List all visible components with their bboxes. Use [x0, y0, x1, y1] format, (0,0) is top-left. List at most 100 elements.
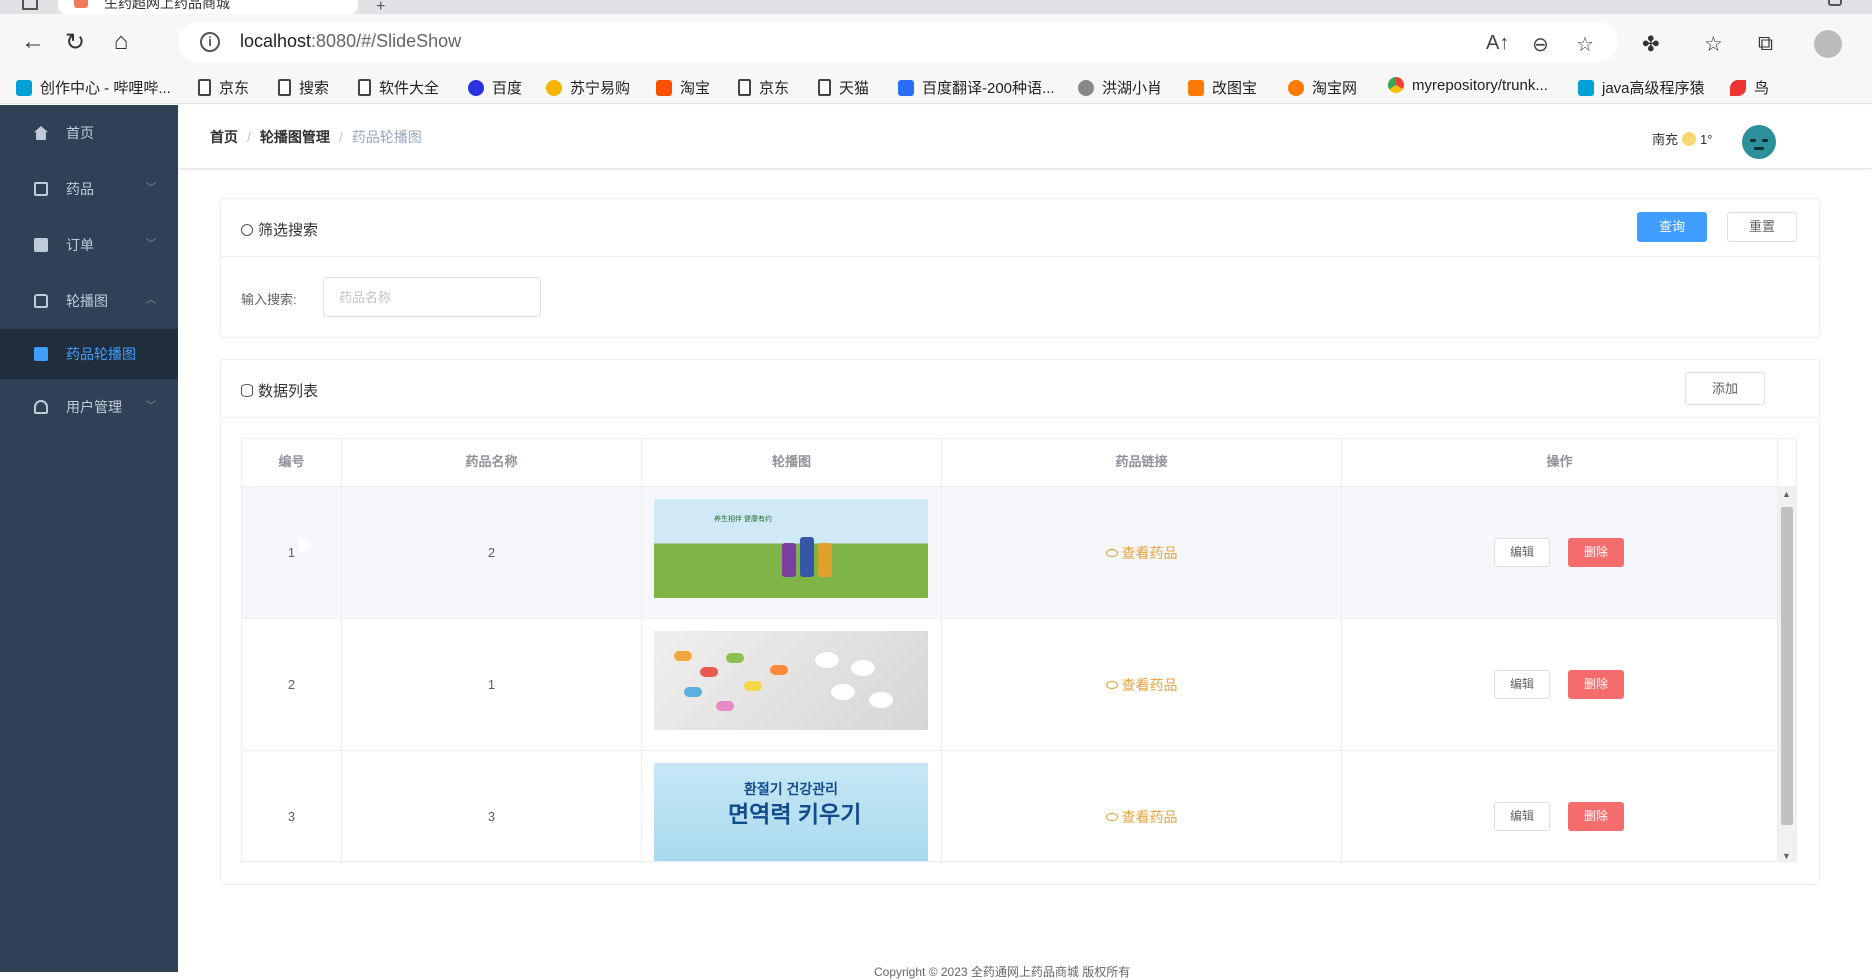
collections-icon[interactable]: ⧉: [1758, 32, 1773, 56]
bookmark-item[interactable]: java高级程序猿: [1578, 77, 1705, 98]
home-icon[interactable]: ⌂: [106, 28, 136, 56]
edit-button[interactable]: 编辑: [1494, 802, 1550, 831]
cell-link: 查看药品: [942, 487, 1342, 619]
clipboard-icon: [34, 238, 48, 252]
favorites-icon[interactable]: ☆: [1704, 32, 1723, 57]
bookmark-label: 天猫: [839, 80, 870, 97]
bell-icon: [34, 400, 48, 414]
profile-avatar[interactable]: [1814, 30, 1842, 58]
bottle-shape: [800, 537, 814, 577]
eye-icon: [1105, 813, 1118, 821]
bookmark-item[interactable]: 百度翻译-200种语...: [898, 77, 1055, 98]
cell-id: 2: [242, 619, 342, 751]
reset-button[interactable]: 重置: [1727, 212, 1797, 242]
sidebar-item-home[interactable]: 首页: [0, 105, 178, 161]
edit-button[interactable]: 编辑: [1494, 538, 1550, 567]
sidebar-item-carousel[interactable]: 轮播图 ︿: [0, 273, 178, 329]
filter-card: 筛选搜索 查询 重置 输入搜索:: [220, 198, 1820, 338]
data-list-card: 数据列表 添加 编号 药品名称 轮播图 药品链接 操作 1 2 养生相伴 健康有…: [220, 359, 1820, 885]
bookmark-item[interactable]: 天猫: [818, 77, 869, 98]
view-drug-link[interactable]: 查看药品: [1105, 809, 1178, 825]
chevron-down-icon: ﹀: [146, 401, 156, 412]
home-icon: [34, 126, 48, 140]
sidebar-item-drugs[interactable]: 药品 ﹀: [0, 161, 178, 217]
favorite-add-icon[interactable]: ☆: [1576, 32, 1594, 57]
pill-shape: [700, 667, 718, 677]
scroll-down-icon[interactable]: ▼: [1782, 851, 1791, 861]
bookmark-item[interactable]: 京东: [738, 77, 789, 98]
column-header-name: 药品名称: [342, 439, 642, 487]
pill-shape: [674, 651, 692, 661]
sidebar-item-orders[interactable]: 订单 ﹀: [0, 217, 178, 273]
drug-name-search-input[interactable]: [323, 277, 541, 317]
bookmark-label: 改图宝: [1212, 80, 1258, 97]
breadcrumb: 首页 / 轮播图管理 / 药品轮播图: [210, 127, 422, 147]
delete-button[interactable]: 删除: [1568, 538, 1624, 567]
bookmark-item[interactable]: 软件大全: [358, 77, 439, 98]
bookmark-label: java高级程序猿: [1602, 80, 1705, 97]
view-drug-link[interactable]: 查看药品: [1105, 677, 1178, 693]
browser-tab[interactable]: 生药超网上药品商城 ×: [58, 0, 358, 14]
pill-shape: [744, 681, 762, 691]
carousel-image: 养生相伴 健康有约: [654, 499, 928, 598]
bookmark-item[interactable]: 创作中心 - 哔哩哔...: [16, 77, 171, 98]
suning-icon: [546, 80, 562, 96]
view-drug-link[interactable]: 查看药品: [1105, 545, 1178, 561]
chevron-down-icon: ﹀: [146, 239, 156, 250]
bookmark-item[interactable]: 搜索: [278, 77, 329, 98]
sidebar-item-users[interactable]: 用户管理 ﹀: [0, 379, 178, 435]
scroll-up-icon[interactable]: ▲: [1782, 489, 1791, 499]
scrollbar-thumb[interactable]: [1781, 507, 1793, 825]
bookmark-item[interactable]: 淘宝: [656, 77, 710, 98]
extensions-icon[interactable]: ✤: [1642, 32, 1660, 57]
delete-button[interactable]: 删除: [1568, 670, 1624, 699]
window-minimize-icon[interactable]: [1828, 0, 1842, 6]
read-aloud-icon[interactable]: A↑: [1486, 32, 1509, 55]
bookmark-item[interactable]: 百度: [468, 77, 522, 98]
bookmark-label: 京东: [219, 80, 250, 97]
breadcrumb-separator: /: [338, 129, 343, 145]
picture-icon: [34, 347, 48, 361]
bookmark-item[interactable]: 苏宁易购: [546, 77, 630, 98]
bookmark-item[interactable]: 洪湖小肖: [1078, 77, 1162, 98]
bookmark-label: 鸟: [1754, 80, 1770, 97]
cell-name: 1: [342, 619, 642, 751]
sun-icon: [1682, 132, 1697, 146]
bookmark-item[interactable]: 淘宝网: [1288, 77, 1357, 98]
bookmark-item[interactable]: 鸟: [1730, 77, 1769, 98]
cell-name: 3: [342, 751, 642, 861]
sidebar-toggle-icon[interactable]: [22, 0, 38, 10]
site-info-icon[interactable]: i: [200, 32, 220, 52]
url-host: localhost: [240, 31, 312, 51]
edit-button[interactable]: 编辑: [1494, 670, 1550, 699]
bookmark-item[interactable]: myrepository/trunk...: [1388, 77, 1548, 94]
add-button[interactable]: 添加: [1685, 372, 1765, 405]
bookmark-item[interactable]: 京东: [198, 77, 249, 98]
bird-icon: [1730, 80, 1746, 96]
table-row: 3 3 환절기 건강관리 면역력 키우기 查看药品 编辑 删除: [242, 751, 1778, 861]
delete-button[interactable]: 删除: [1568, 802, 1624, 831]
bookmark-label: 洪湖小肖: [1102, 80, 1163, 97]
breadcrumb-carousel-manage[interactable]: 轮播图管理: [260, 129, 330, 145]
gaitubao-icon: [1188, 80, 1204, 96]
cell-image: 환절기 건강관리 면역력 키우기: [642, 751, 942, 861]
breadcrumb-home[interactable]: 首页: [210, 129, 238, 145]
reload-icon[interactable]: ↻: [60, 28, 90, 57]
address-bar[interactable]: i localhost:8080/#/SlideShow A↑ ⊖ ☆: [178, 22, 1618, 62]
user-avatar[interactable]: [1742, 125, 1776, 159]
filter-form: 输入搜索:: [221, 257, 1819, 339]
zoom-out-icon[interactable]: ⊖: [1532, 32, 1549, 57]
view-drug-label: 查看药品: [1121, 545, 1178, 561]
back-icon[interactable]: ←: [18, 28, 48, 56]
bookmark-item[interactable]: 改图宝: [1188, 77, 1257, 98]
weather-city: 南充: [1652, 132, 1679, 147]
list-title-text: 数据列表: [258, 383, 319, 400]
sidebar-item-drug-carousel[interactable]: 药品轮播图: [0, 329, 178, 379]
bookmark-label: 淘宝: [680, 80, 711, 97]
avatar-mouth: [1754, 147, 1764, 150]
query-button[interactable]: 查询: [1637, 212, 1707, 242]
table-scrollbar[interactable]: ▲ ▼: [1778, 487, 1796, 861]
cell-id: 1: [242, 487, 342, 619]
cell-actions: 编辑 删除: [1342, 619, 1778, 751]
page-icon: [358, 79, 371, 96]
